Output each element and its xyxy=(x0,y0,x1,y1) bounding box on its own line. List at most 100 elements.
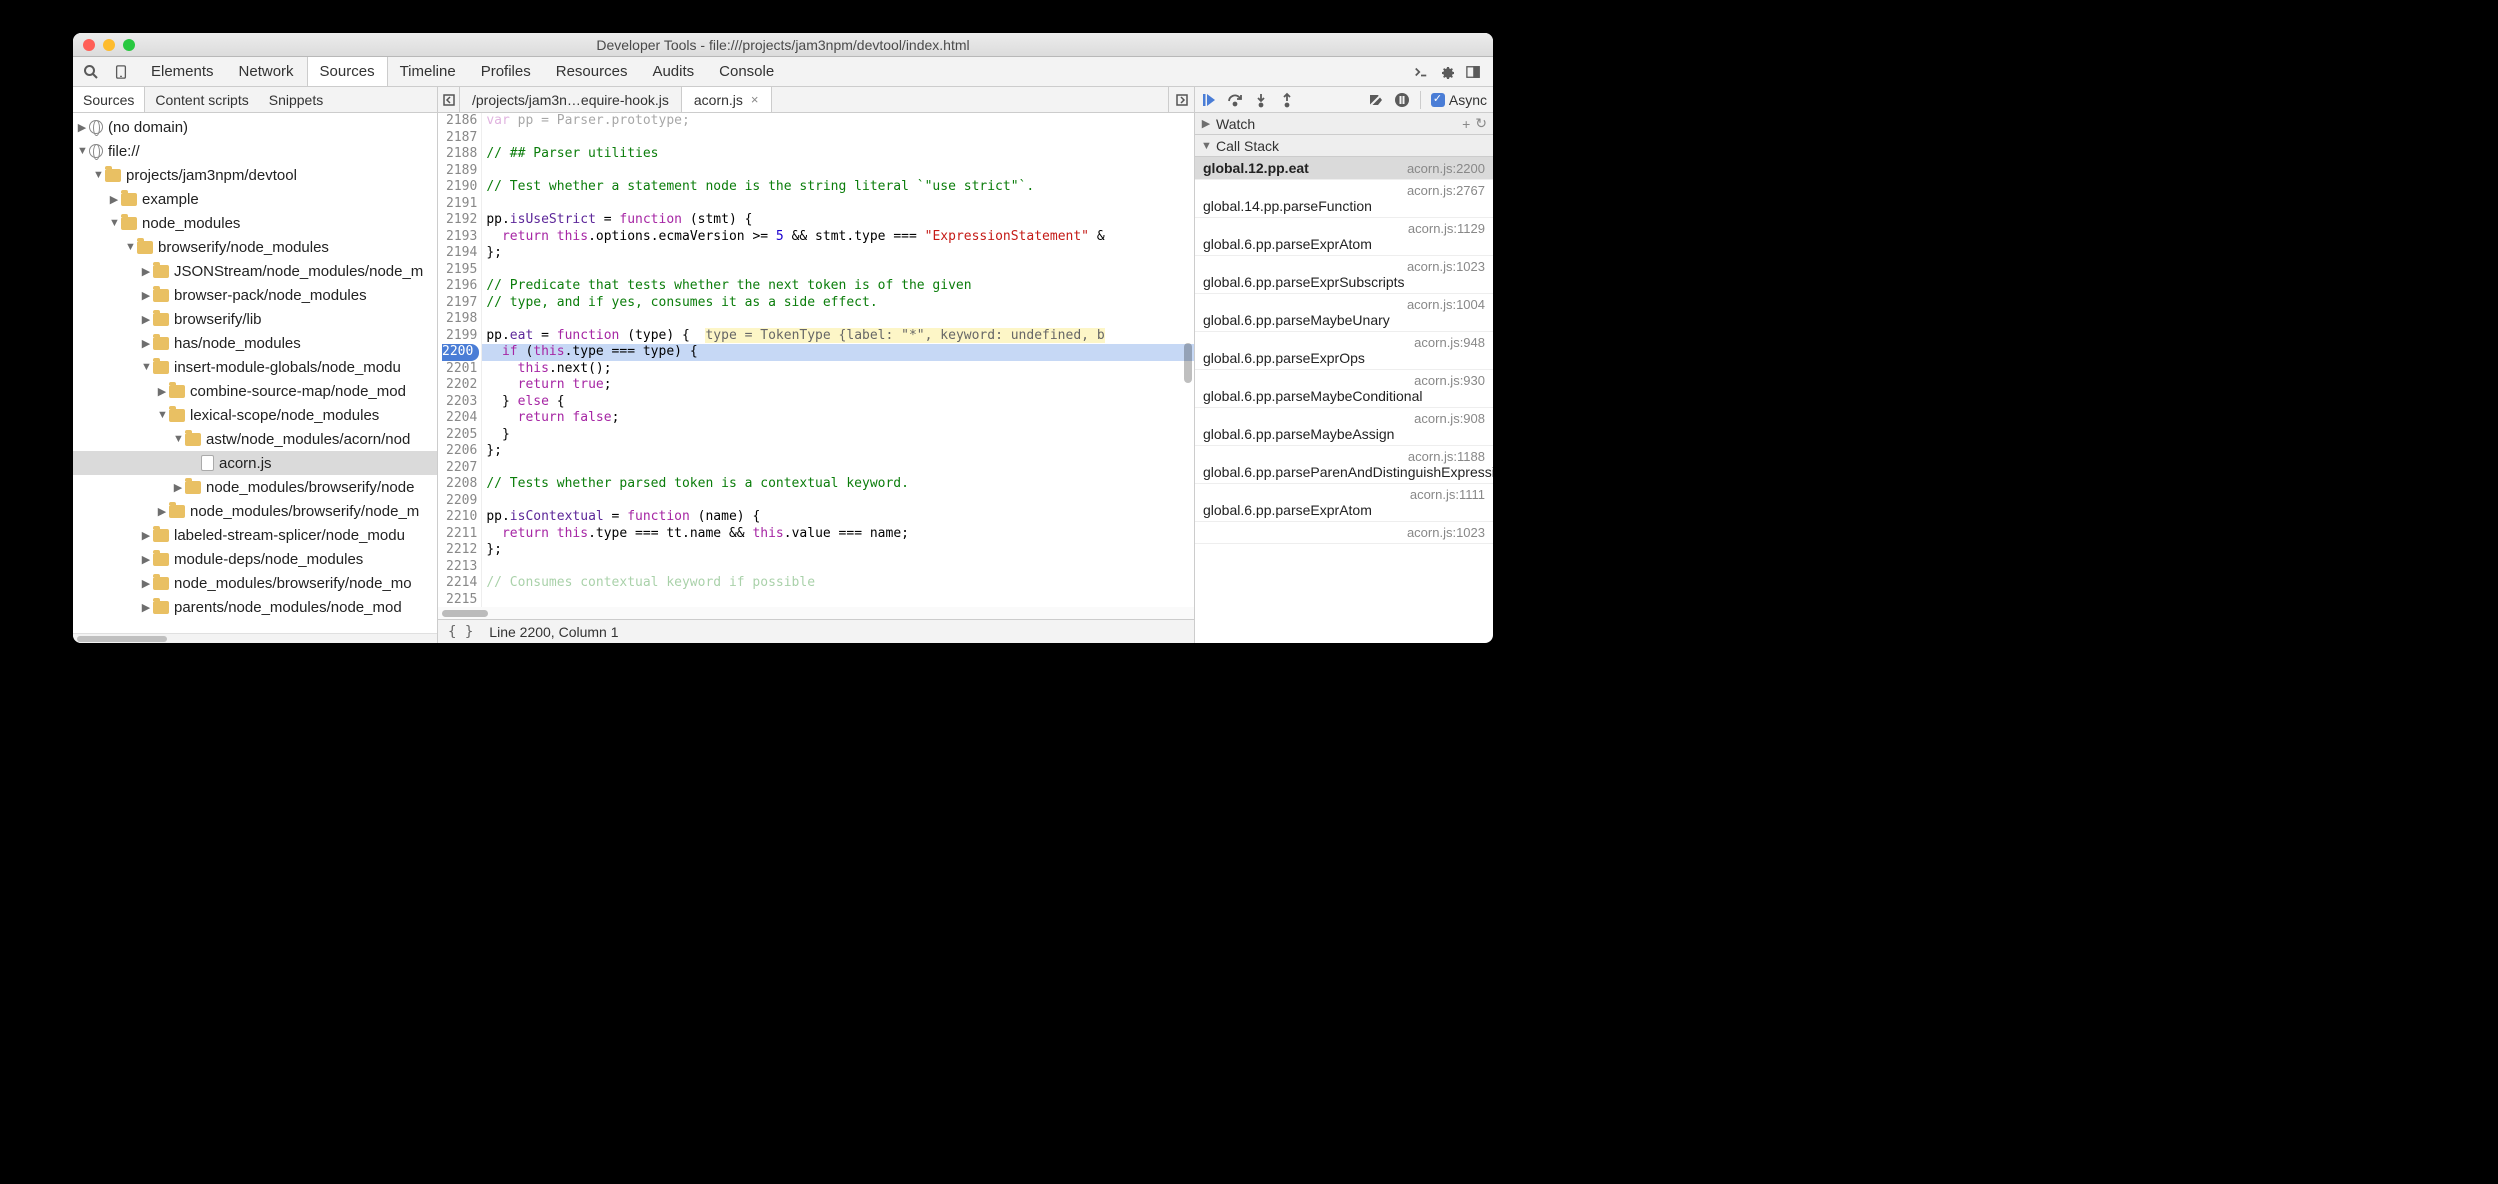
step-out-icon[interactable] xyxy=(1279,92,1295,108)
tree-node[interactable]: ▶has/node_modules xyxy=(73,331,437,355)
tree-node[interactable]: ▶example xyxy=(73,187,437,211)
chevron-right-icon[interactable]: ▶ xyxy=(141,265,151,278)
tree-node[interactable]: ▶(no domain) xyxy=(73,115,437,139)
async-checkbox[interactable] xyxy=(1431,93,1445,107)
code-line[interactable]: pp.isUseStrict = function (stmt) { xyxy=(482,212,1194,229)
code-line[interactable]: var pp = Parser.prototype; xyxy=(482,113,1194,130)
code-line[interactable]: pp.isContextual = function (name) { xyxy=(482,509,1194,526)
line-number[interactable]: 2210 xyxy=(442,509,477,526)
watch-section-header[interactable]: ▶ Watch + ↻ xyxy=(1195,113,1493,135)
code-body[interactable]: var pp = Parser.prototype; // ## Parser … xyxy=(482,113,1194,607)
line-number[interactable]: 2201 xyxy=(442,361,477,378)
code-line[interactable] xyxy=(482,262,1194,279)
chevron-down-icon[interactable]: ▼ xyxy=(93,169,103,181)
chevron-down-icon[interactable]: ▼ xyxy=(141,361,151,373)
editor-hscrollbar[interactable] xyxy=(438,607,1194,619)
code-line[interactable]: // Test whether a statement node is the … xyxy=(482,179,1194,196)
chevron-right-icon[interactable]: ▶ xyxy=(109,193,119,206)
main-tab-timeline[interactable]: Timeline xyxy=(388,57,469,86)
tree-node[interactable]: ▶browserify/lib xyxy=(73,307,437,331)
tree-node[interactable]: ▼projects/jam3npm/devtool xyxy=(73,163,437,187)
step-over-icon[interactable] xyxy=(1227,92,1243,108)
tree-node[interactable]: ▶parents/node_modules/node_mod xyxy=(73,595,437,619)
line-number[interactable]: 2193 xyxy=(442,229,477,246)
code-line[interactable]: } xyxy=(482,427,1194,444)
chevron-right-icon[interactable]: ▶ xyxy=(141,529,151,542)
line-number[interactable]: 2188 xyxy=(442,146,477,163)
sidebar-hscroll-thumb[interactable] xyxy=(77,636,167,642)
tree-node[interactable]: ▶combine-source-map/node_mod xyxy=(73,379,437,403)
sidebar-tab-content-scripts[interactable]: Content scripts xyxy=(145,87,258,112)
chevron-right-icon[interactable]: ▶ xyxy=(141,553,151,566)
tree-node[interactable]: ▼node_modules xyxy=(73,211,437,235)
chevron-right-icon[interactable]: ▶ xyxy=(157,385,167,398)
chevron-down-icon[interactable]: ▼ xyxy=(173,433,183,445)
main-tab-network[interactable]: Network xyxy=(227,57,307,86)
line-number[interactable]: 2213 xyxy=(442,559,477,576)
chevron-right-icon[interactable]: ▶ xyxy=(141,289,151,302)
main-tab-console[interactable]: Console xyxy=(707,57,787,86)
editor-tab[interactable]: /projects/jam3n…equire-hook.js xyxy=(460,87,682,112)
tree-node[interactable]: ▼browserify/node_modules xyxy=(73,235,437,259)
search-icon[interactable] xyxy=(83,64,99,80)
code-line[interactable]: this.next(); xyxy=(482,361,1194,378)
chevron-down-icon[interactable]: ▼ xyxy=(125,241,135,253)
line-number[interactable]: 2206 xyxy=(442,443,477,460)
line-number[interactable]: 2214 xyxy=(442,575,477,592)
callstack-frame[interactable]: acorn.js:2767global.14.pp.parseFunction xyxy=(1195,180,1493,218)
code-line[interactable] xyxy=(482,130,1194,147)
add-watch-icon[interactable]: + xyxy=(1462,116,1470,132)
code-line[interactable]: return this.options.ecmaVersion >= 5 && … xyxy=(482,229,1194,246)
line-number[interactable]: 2215 xyxy=(442,592,477,608)
code-line[interactable]: // type, and if yes, consumes it as a si… xyxy=(482,295,1194,312)
callstack-frame[interactable]: acorn.js:1188global.6.pp.parseParenAndDi… xyxy=(1195,446,1493,484)
line-number[interactable]: 2195 xyxy=(442,262,477,279)
deactivate-breakpoints-icon[interactable] xyxy=(1368,92,1384,108)
refresh-watch-icon[interactable]: ↻ xyxy=(1475,115,1487,132)
pause-exceptions-icon[interactable] xyxy=(1394,92,1410,108)
line-number[interactable]: 2202 xyxy=(442,377,477,394)
callstack-section-header[interactable]: ▼ Call Stack xyxy=(1195,135,1493,157)
code-line[interactable] xyxy=(482,163,1194,180)
close-window-button[interactable] xyxy=(83,39,95,51)
code-editor[interactable]: 2186218721882189219021912192219321942195… xyxy=(438,113,1194,607)
callstack-frame[interactable]: acorn.js:1129global.6.pp.parseExprAtom xyxy=(1195,218,1493,256)
line-number[interactable]: 2187 xyxy=(442,130,477,147)
resume-icon[interactable] xyxy=(1201,92,1217,108)
editor-vscrollbar[interactable] xyxy=(1182,113,1194,607)
settings-gear-icon[interactable] xyxy=(1439,64,1455,80)
chevron-right-icon[interactable]: ▶ xyxy=(157,505,167,518)
tree-node[interactable]: ▼astw/node_modules/acorn/nod xyxy=(73,427,437,451)
code-line[interactable]: // Consumes contextual keyword if possib… xyxy=(482,575,1194,592)
callstack-frame[interactable]: acorn.js:1023 xyxy=(1195,522,1493,544)
line-number[interactable]: 2189 xyxy=(442,163,477,180)
device-icon[interactable] xyxy=(113,64,129,80)
tree-node[interactable]: acorn.js xyxy=(73,451,437,475)
callstack-frame[interactable]: acorn.js:1004global.6.pp.parseMaybeUnary xyxy=(1195,294,1493,332)
line-number[interactable]: 2190 xyxy=(442,179,477,196)
line-number[interactable]: 2199 xyxy=(442,328,477,345)
main-tab-elements[interactable]: Elements xyxy=(139,57,227,86)
callstack-frame[interactable]: global.12.pp.eatacorn.js:2200 xyxy=(1195,157,1493,180)
async-toggle[interactable]: Async xyxy=(1431,92,1487,108)
chevron-right-icon[interactable]: ▶ xyxy=(141,313,151,326)
line-number[interactable]: 2196 xyxy=(442,278,477,295)
line-number[interactable]: 2211 xyxy=(442,526,477,543)
braces-icon[interactable]: { } xyxy=(448,624,473,640)
line-number[interactable]: 2194 xyxy=(442,245,477,262)
tree-node[interactable]: ▶JSONStream/node_modules/node_m xyxy=(73,259,437,283)
minimize-window-button[interactable] xyxy=(103,39,115,51)
sidebar-tab-sources[interactable]: Sources xyxy=(73,87,145,112)
line-number[interactable]: 2200 xyxy=(442,344,479,361)
code-line[interactable] xyxy=(482,196,1194,213)
code-line[interactable] xyxy=(482,460,1194,477)
main-tab-profiles[interactable]: Profiles xyxy=(469,57,544,86)
callstack-frame[interactable]: acorn.js:930global.6.pp.parseMaybeCondit… xyxy=(1195,370,1493,408)
line-number[interactable]: 2204 xyxy=(442,410,477,427)
close-tab-icon[interactable]: × xyxy=(751,92,759,107)
editor-hscroll-thumb[interactable] xyxy=(442,610,488,617)
step-into-icon[interactable] xyxy=(1253,92,1269,108)
line-gutter[interactable]: 2186218721882189219021912192219321942195… xyxy=(438,113,482,607)
chevron-right-icon[interactable]: ▶ xyxy=(141,577,151,590)
line-number[interactable]: 2212 xyxy=(442,542,477,559)
